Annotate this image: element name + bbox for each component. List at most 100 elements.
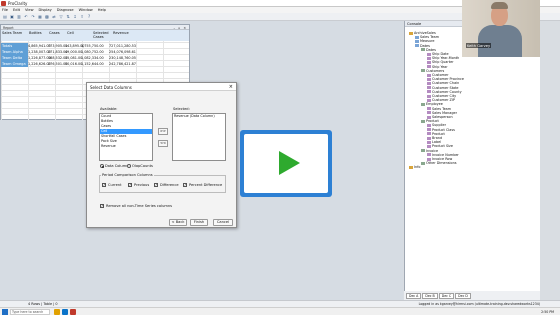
previous-label: Previous [134, 183, 150, 187]
chart-icon[interactable]: ▦ [37, 14, 43, 20]
column-header[interactable]: Revenue [113, 31, 129, 35]
filter-icon[interactable]: ▽ [58, 14, 64, 20]
video-play-button[interactable] [240, 130, 332, 197]
sort-icon[interactable]: ⇅ [65, 14, 71, 20]
column-header[interactable]: Cell [67, 31, 74, 35]
browser-icon[interactable] [62, 309, 68, 315]
taskbar-search[interactable]: Type here to search [10, 309, 50, 315]
previous-checkbox[interactable]: ✓ [128, 183, 132, 187]
window-controls-icon[interactable]: – ▫ × [174, 26, 187, 30]
select-data-columns-dialog: Select Data Columns × Available: Selecte… [86, 82, 237, 228]
level-icon [427, 52, 431, 56]
play-screen [244, 134, 328, 193]
level-icon [427, 140, 431, 144]
menu-file[interactable]: File [2, 8, 8, 12]
finish-button[interactable]: Finish [190, 219, 208, 226]
close-icon[interactable]: × [229, 84, 233, 90]
level-icon [427, 90, 431, 94]
presenter-name: Keith Garvey [466, 43, 492, 48]
redo-icon[interactable]: ↷ [30, 14, 36, 20]
folder-icon [421, 69, 425, 73]
difference-label: Difference [160, 183, 179, 187]
grid-icon[interactable]: ▩ [44, 14, 50, 20]
sheet-tab[interactable]: Dec C [438, 292, 455, 299]
sheet-tab[interactable]: Dec D [455, 292, 471, 299]
undo-icon[interactable]: ↶ [23, 14, 29, 20]
taskbar: Type here to search 2:50 PM [0, 307, 560, 315]
menu-window[interactable]: Window [79, 8, 93, 12]
sheet-tab[interactable]: Dec B [422, 292, 438, 299]
play-icon [279, 151, 300, 175]
level-icon [427, 136, 431, 140]
selected-list[interactable]: Revenue (Data Column) [172, 113, 226, 161]
help-icon[interactable]: ? [86, 14, 92, 20]
difference-checkbox[interactable]: ✓ [154, 183, 158, 187]
column-header[interactable]: Bottles [29, 31, 42, 35]
open-icon[interactable]: ▤ [2, 14, 8, 20]
folder-icon [421, 119, 425, 123]
column-header[interactable]: Sales Team [2, 31, 22, 35]
cancel-button[interactable]: Cancel [213, 219, 233, 226]
pivot-icon[interactable]: ⇄ [51, 14, 57, 20]
olap-counts-radio[interactable] [127, 164, 131, 168]
data-columns-radio[interactable] [100, 164, 104, 168]
level-icon [427, 111, 431, 115]
drill-icon[interactable]: ↧ [72, 14, 78, 20]
level-icon [427, 60, 431, 64]
level-icon [427, 144, 431, 148]
column-header[interactable]: Cases [49, 31, 60, 35]
grid-header: Sales Team Bottles Cases Cell Selected C… [1, 30, 189, 41]
level-icon [427, 94, 431, 98]
app-taskbar-icon[interactable] [70, 309, 76, 315]
export-icon[interactable]: ⇪ [79, 14, 85, 20]
dialog-titlebar: Select Data Columns × [87, 83, 236, 91]
current-label: Current [108, 183, 122, 187]
clock: 2:50 PM [541, 309, 554, 314]
remove-nontime-checkbox[interactable]: ✓ [100, 204, 104, 208]
level-icon [427, 65, 431, 69]
back-button[interactable]: < Back [169, 219, 187, 226]
report-window-title: Report [3, 25, 14, 30]
windows-start-icon[interactable] [2, 309, 8, 315]
tree-item-label: Other Dimensions [426, 161, 457, 166]
level-icon [427, 98, 431, 102]
menu-help[interactable]: Help [98, 8, 106, 12]
menu-edit[interactable]: Edit [13, 8, 20, 12]
tree-item[interactable]: Other Dimensions [421, 161, 457, 165]
folder-icon [415, 35, 419, 39]
column-header[interactable]: Selected Cases [93, 31, 113, 39]
status-left: 4 Rows | Table | 0 [28, 302, 58, 306]
console-panel: Console ArchiveSales Sales Team Measure Dat… [404, 21, 540, 300]
menu-diagnose[interactable]: Diagnose [57, 8, 74, 12]
table-cell: 1,152,644.00 [81, 62, 104, 66]
percent-difference-label: Percent Difference [189, 183, 223, 187]
sheet-tab[interactable]: Dec A [406, 292, 422, 299]
tree-item[interactable]: Info [409, 165, 420, 169]
menu-view[interactable]: View [25, 8, 34, 12]
folder-icon [421, 48, 425, 52]
level-icon [427, 86, 431, 90]
print-icon[interactable]: ▥ [16, 14, 22, 20]
table-cell: 50,016.00 [65, 62, 83, 66]
current-checkbox[interactable]: ✓ [102, 183, 106, 187]
selected-label: Selected: [173, 107, 190, 111]
sheet-tabs: Dec A Dec B Dec C Dec D [404, 291, 540, 300]
presenter-body [478, 25, 522, 57]
level-icon [427, 123, 431, 127]
explorer-icon[interactable] [54, 309, 60, 315]
row-header[interactable]: Team Omega [1, 61, 28, 67]
save-icon[interactable]: ▣ [9, 14, 15, 20]
level-icon [427, 56, 431, 60]
selected-item[interactable]: Revenue (Data Column) [173, 114, 225, 119]
percent-difference-checkbox[interactable]: ✓ [183, 183, 187, 187]
folder-icon [409, 165, 413, 169]
menu-display[interactable]: Display [39, 8, 52, 12]
dialog-title: Select Data Columns [90, 85, 132, 90]
available-list[interactable]: Count Bottles Cases Cell Shortfall Cases… [99, 113, 153, 161]
app-title: ProClarity [8, 1, 28, 6]
folder-icon [409, 31, 413, 35]
available-item[interactable]: Revenue [100, 144, 152, 149]
remove-column-button[interactable]: << [158, 140, 168, 147]
add-column-button[interactable]: >> [158, 128, 168, 135]
level-icon [427, 132, 431, 136]
